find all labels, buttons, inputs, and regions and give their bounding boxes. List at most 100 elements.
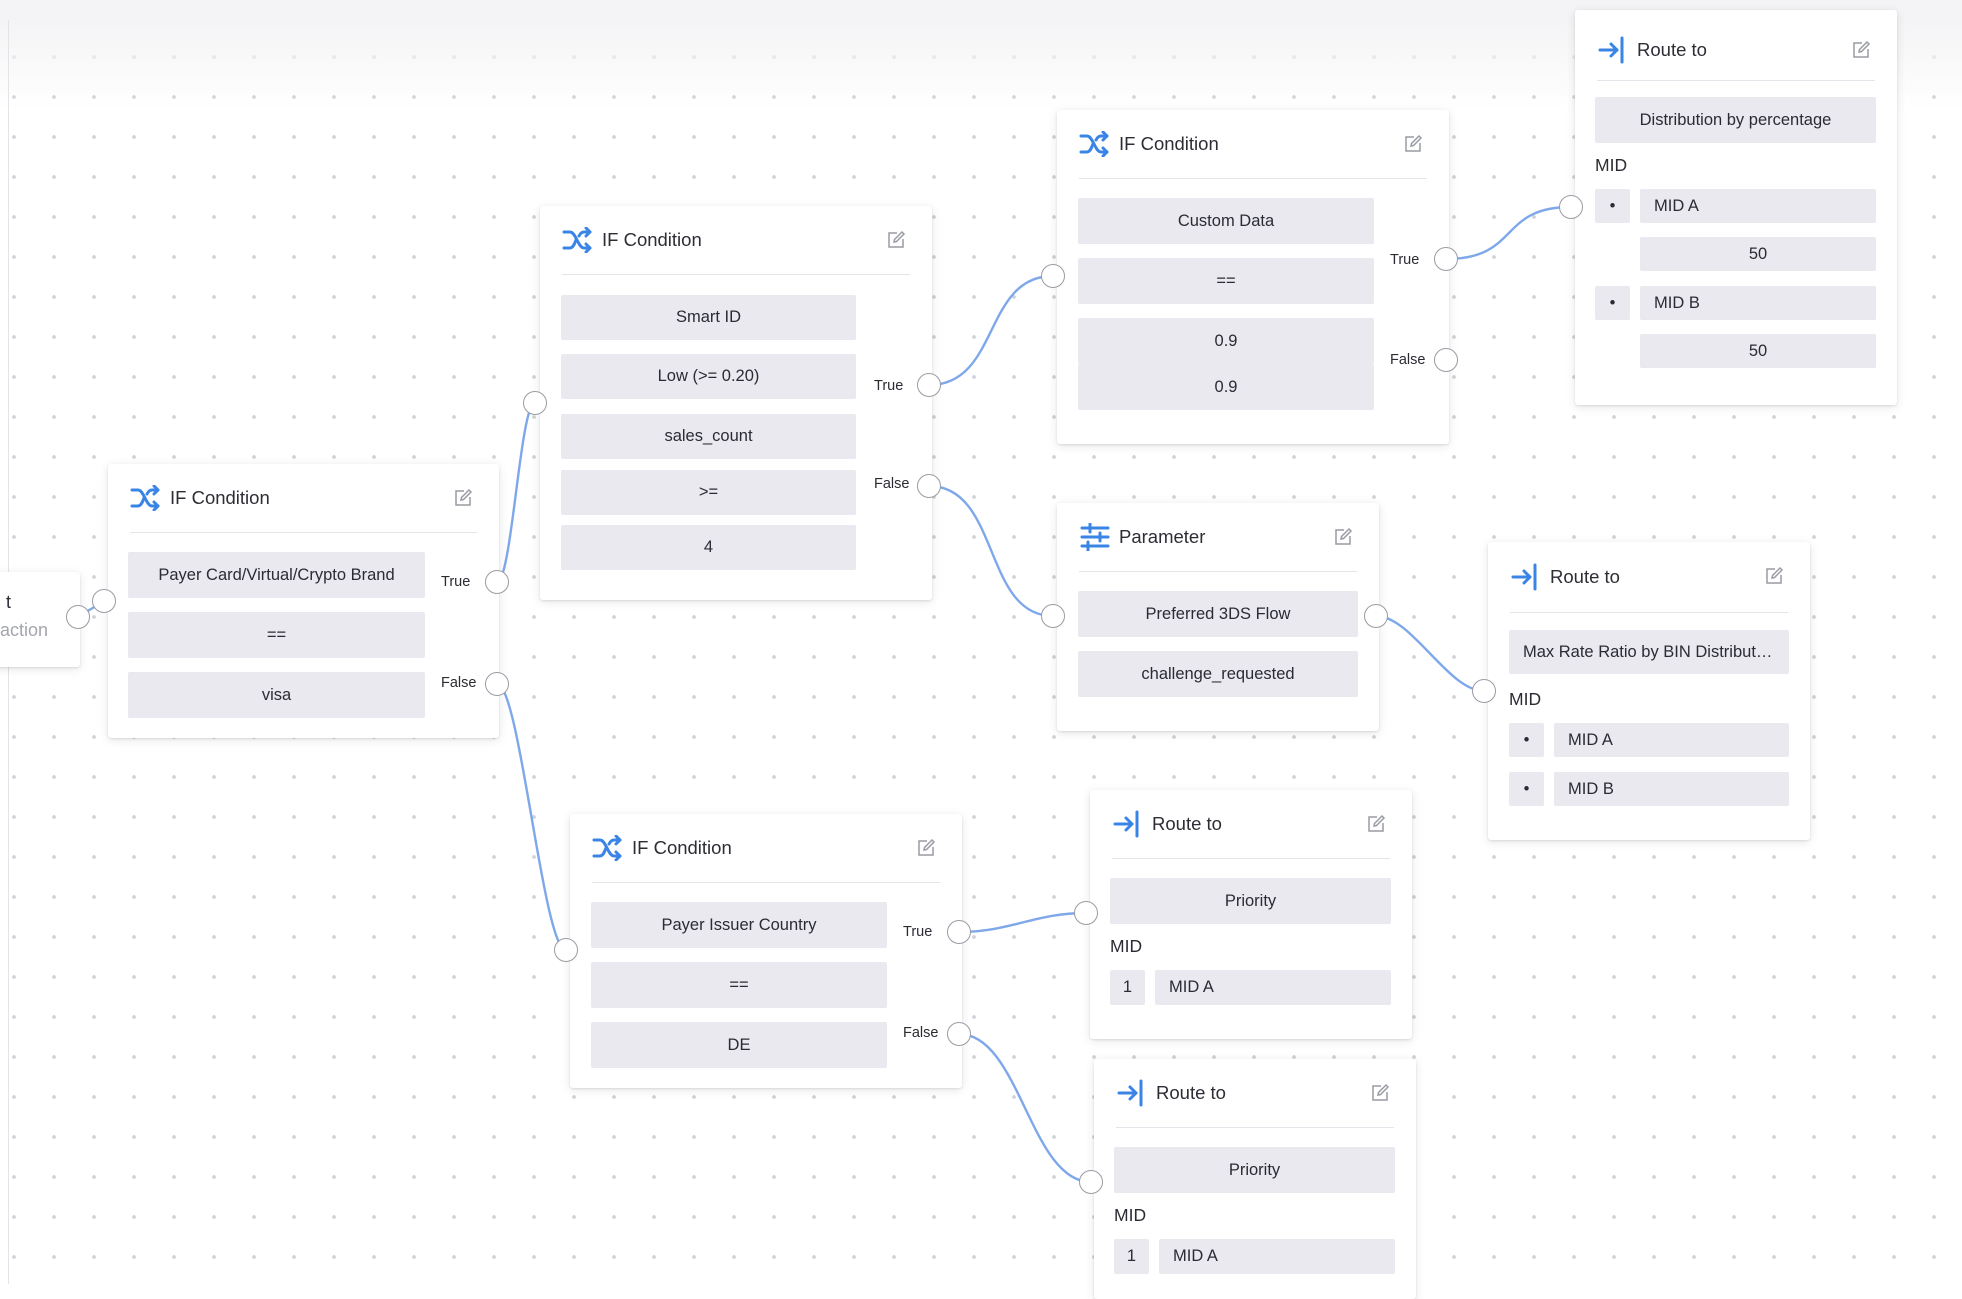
node-header: IF Condition (130, 464, 477, 533)
route-to-node-priority-false[interactable]: Route to Priority MID 1 MID A (1094, 1059, 1416, 1299)
route-to-node-max-rate[interactable]: Route to Max Rate Ratio by BIN Distribut… (1488, 542, 1810, 840)
shuffle-icon (130, 482, 162, 514)
edit-icon[interactable] (1851, 40, 1871, 60)
node-header: Route to (1510, 542, 1788, 613)
false-port-label: False (903, 1025, 939, 1041)
value-field[interactable]: visa (128, 672, 425, 718)
start-node-title: t (6, 592, 12, 612)
edit-icon[interactable] (916, 838, 936, 858)
if3-true-port[interactable] (1434, 247, 1458, 271)
shuffle-icon (562, 224, 594, 256)
sub-condition-field[interactable]: Low (>= 0.20) (561, 354, 856, 399)
condition-field[interactable]: Smart ID (561, 295, 856, 340)
edit-icon[interactable] (1403, 134, 1423, 154)
operator-field[interactable]: == (1078, 258, 1374, 304)
true-port-label: True (903, 924, 933, 940)
value-field[interactable]: 0.9 (1078, 318, 1374, 364)
edit-icon[interactable] (1370, 1083, 1390, 1103)
if4-input-port[interactable] (554, 938, 578, 962)
parameter-name-field[interactable]: Preferred 3DS Flow (1078, 591, 1358, 637)
mid-marker: • (1595, 286, 1630, 320)
mid-marker: • (1509, 772, 1544, 806)
node-title: IF Condition (1119, 133, 1219, 154)
parameter-value-field[interactable]: challenge_requested (1078, 651, 1358, 697)
mid-name-field[interactable]: MID B (1640, 286, 1876, 320)
mid-priority-marker: 1 (1110, 970, 1145, 1005)
true-port-label: True (441, 574, 471, 590)
if-condition-node-smart-id[interactable]: IF Condition Smart ID Low (>= 0.20) sale… (540, 206, 932, 600)
if2-true-port[interactable] (917, 373, 941, 397)
mid-label: MID (1114, 1205, 1147, 1225)
mid-name-field[interactable]: MID B (1554, 772, 1789, 806)
if-condition-node-custom-data[interactable]: IF Condition Custom Data == 0.9 0.9 True… (1057, 110, 1449, 444)
route1-input-port[interactable] (1559, 195, 1583, 219)
if1-false-port[interactable] (485, 672, 509, 696)
param-input-port[interactable] (1041, 604, 1065, 628)
route3-input-port[interactable] (1074, 901, 1098, 925)
if2-input-port[interactable] (523, 391, 547, 415)
route2-input-port[interactable] (1472, 679, 1496, 703)
edit-icon[interactable] (453, 488, 473, 508)
if-condition-node-card-brand[interactable]: IF Condition Payer Card/Virtual/Crypto B… (108, 464, 499, 738)
route-icon (1510, 561, 1542, 593)
edit-icon[interactable] (1333, 527, 1353, 547)
condition-field[interactable]: Payer Card/Virtual/Crypto Brand (128, 552, 425, 598)
value-field-2[interactable]: 0.9 (1078, 364, 1374, 410)
node-title: Route to (1550, 566, 1620, 587)
node-title: Route to (1152, 813, 1222, 834)
node-header: IF Condition (1079, 110, 1427, 179)
metric-field[interactable]: sales_count (561, 414, 856, 459)
false-port-label: False (874, 476, 910, 492)
if3-false-port[interactable] (1434, 348, 1458, 372)
route-to-node-distribution[interactable]: Route to Distribution by percentage MID … (1575, 10, 1897, 405)
wire-if1-true-if2 (495, 401, 537, 584)
condition-field[interactable]: Payer Issuer Country (591, 902, 887, 948)
mid-name-field[interactable]: MID A (1155, 970, 1391, 1005)
value-field[interactable]: DE (591, 1022, 887, 1068)
mid-label: MID (1110, 936, 1143, 956)
start-output-port[interactable] (66, 605, 90, 629)
shuffle-icon (592, 832, 624, 864)
wire-if2-false-param (928, 484, 1054, 618)
sliders-icon (1079, 521, 1111, 553)
param-output-port[interactable] (1364, 604, 1388, 628)
operator-field[interactable]: == (591, 962, 887, 1008)
mid-name-field[interactable]: MID A (1554, 723, 1789, 757)
wire-if3-true-route1 (1445, 205, 1572, 261)
node-title: IF Condition (602, 229, 702, 250)
if1-true-port[interactable] (485, 570, 509, 594)
if3-input-port[interactable] (1041, 264, 1065, 288)
routing-strategy-field[interactable]: Priority (1114, 1147, 1395, 1193)
edit-icon[interactable] (886, 230, 906, 250)
mid-name-field[interactable]: MID A (1640, 189, 1876, 223)
routing-strategy-field[interactable]: Priority (1110, 878, 1391, 924)
condition-field[interactable]: Custom Data (1078, 198, 1374, 244)
value-field[interactable]: 4 (561, 525, 856, 570)
route4-input-port[interactable] (1079, 1170, 1103, 1194)
node-header: Route to (1597, 20, 1875, 81)
routing-strategy-field[interactable]: Max Rate Ratio by BIN Distribution (1509, 630, 1789, 674)
edit-icon[interactable] (1764, 566, 1784, 586)
start-node-subtitle: action (0, 620, 49, 640)
route-icon (1597, 34, 1629, 66)
mid-percentage-field[interactable]: 50 (1640, 237, 1876, 271)
node-header: Parameter (1079, 503, 1357, 572)
wire-param-route2 (1375, 614, 1485, 693)
node-header: Route to (1116, 1059, 1394, 1128)
routing-strategy-field[interactable]: Distribution by percentage (1595, 97, 1876, 143)
mid-percentage-field[interactable]: 50 (1640, 334, 1876, 368)
node-title: Parameter (1119, 526, 1206, 547)
route-icon (1116, 1077, 1148, 1109)
if4-true-port[interactable] (947, 920, 971, 944)
mid-name-field[interactable]: MID A (1159, 1239, 1395, 1274)
if1-input-port[interactable] (92, 589, 116, 613)
if2-false-port[interactable] (917, 474, 941, 498)
if-condition-node-issuer-country[interactable]: IF Condition Payer Issuer Country == DE … (570, 814, 962, 1088)
route-to-node-priority-true[interactable]: Route to Priority MID 1 MID A (1090, 790, 1412, 1039)
edit-icon[interactable] (1366, 814, 1386, 834)
operator-field[interactable]: == (128, 612, 425, 658)
parameter-node[interactable]: Parameter Preferred 3DS Flow challenge_r… (1057, 503, 1379, 731)
if4-false-port[interactable] (947, 1022, 971, 1046)
true-port-label: True (874, 378, 904, 394)
operator-field[interactable]: >= (561, 470, 856, 515)
